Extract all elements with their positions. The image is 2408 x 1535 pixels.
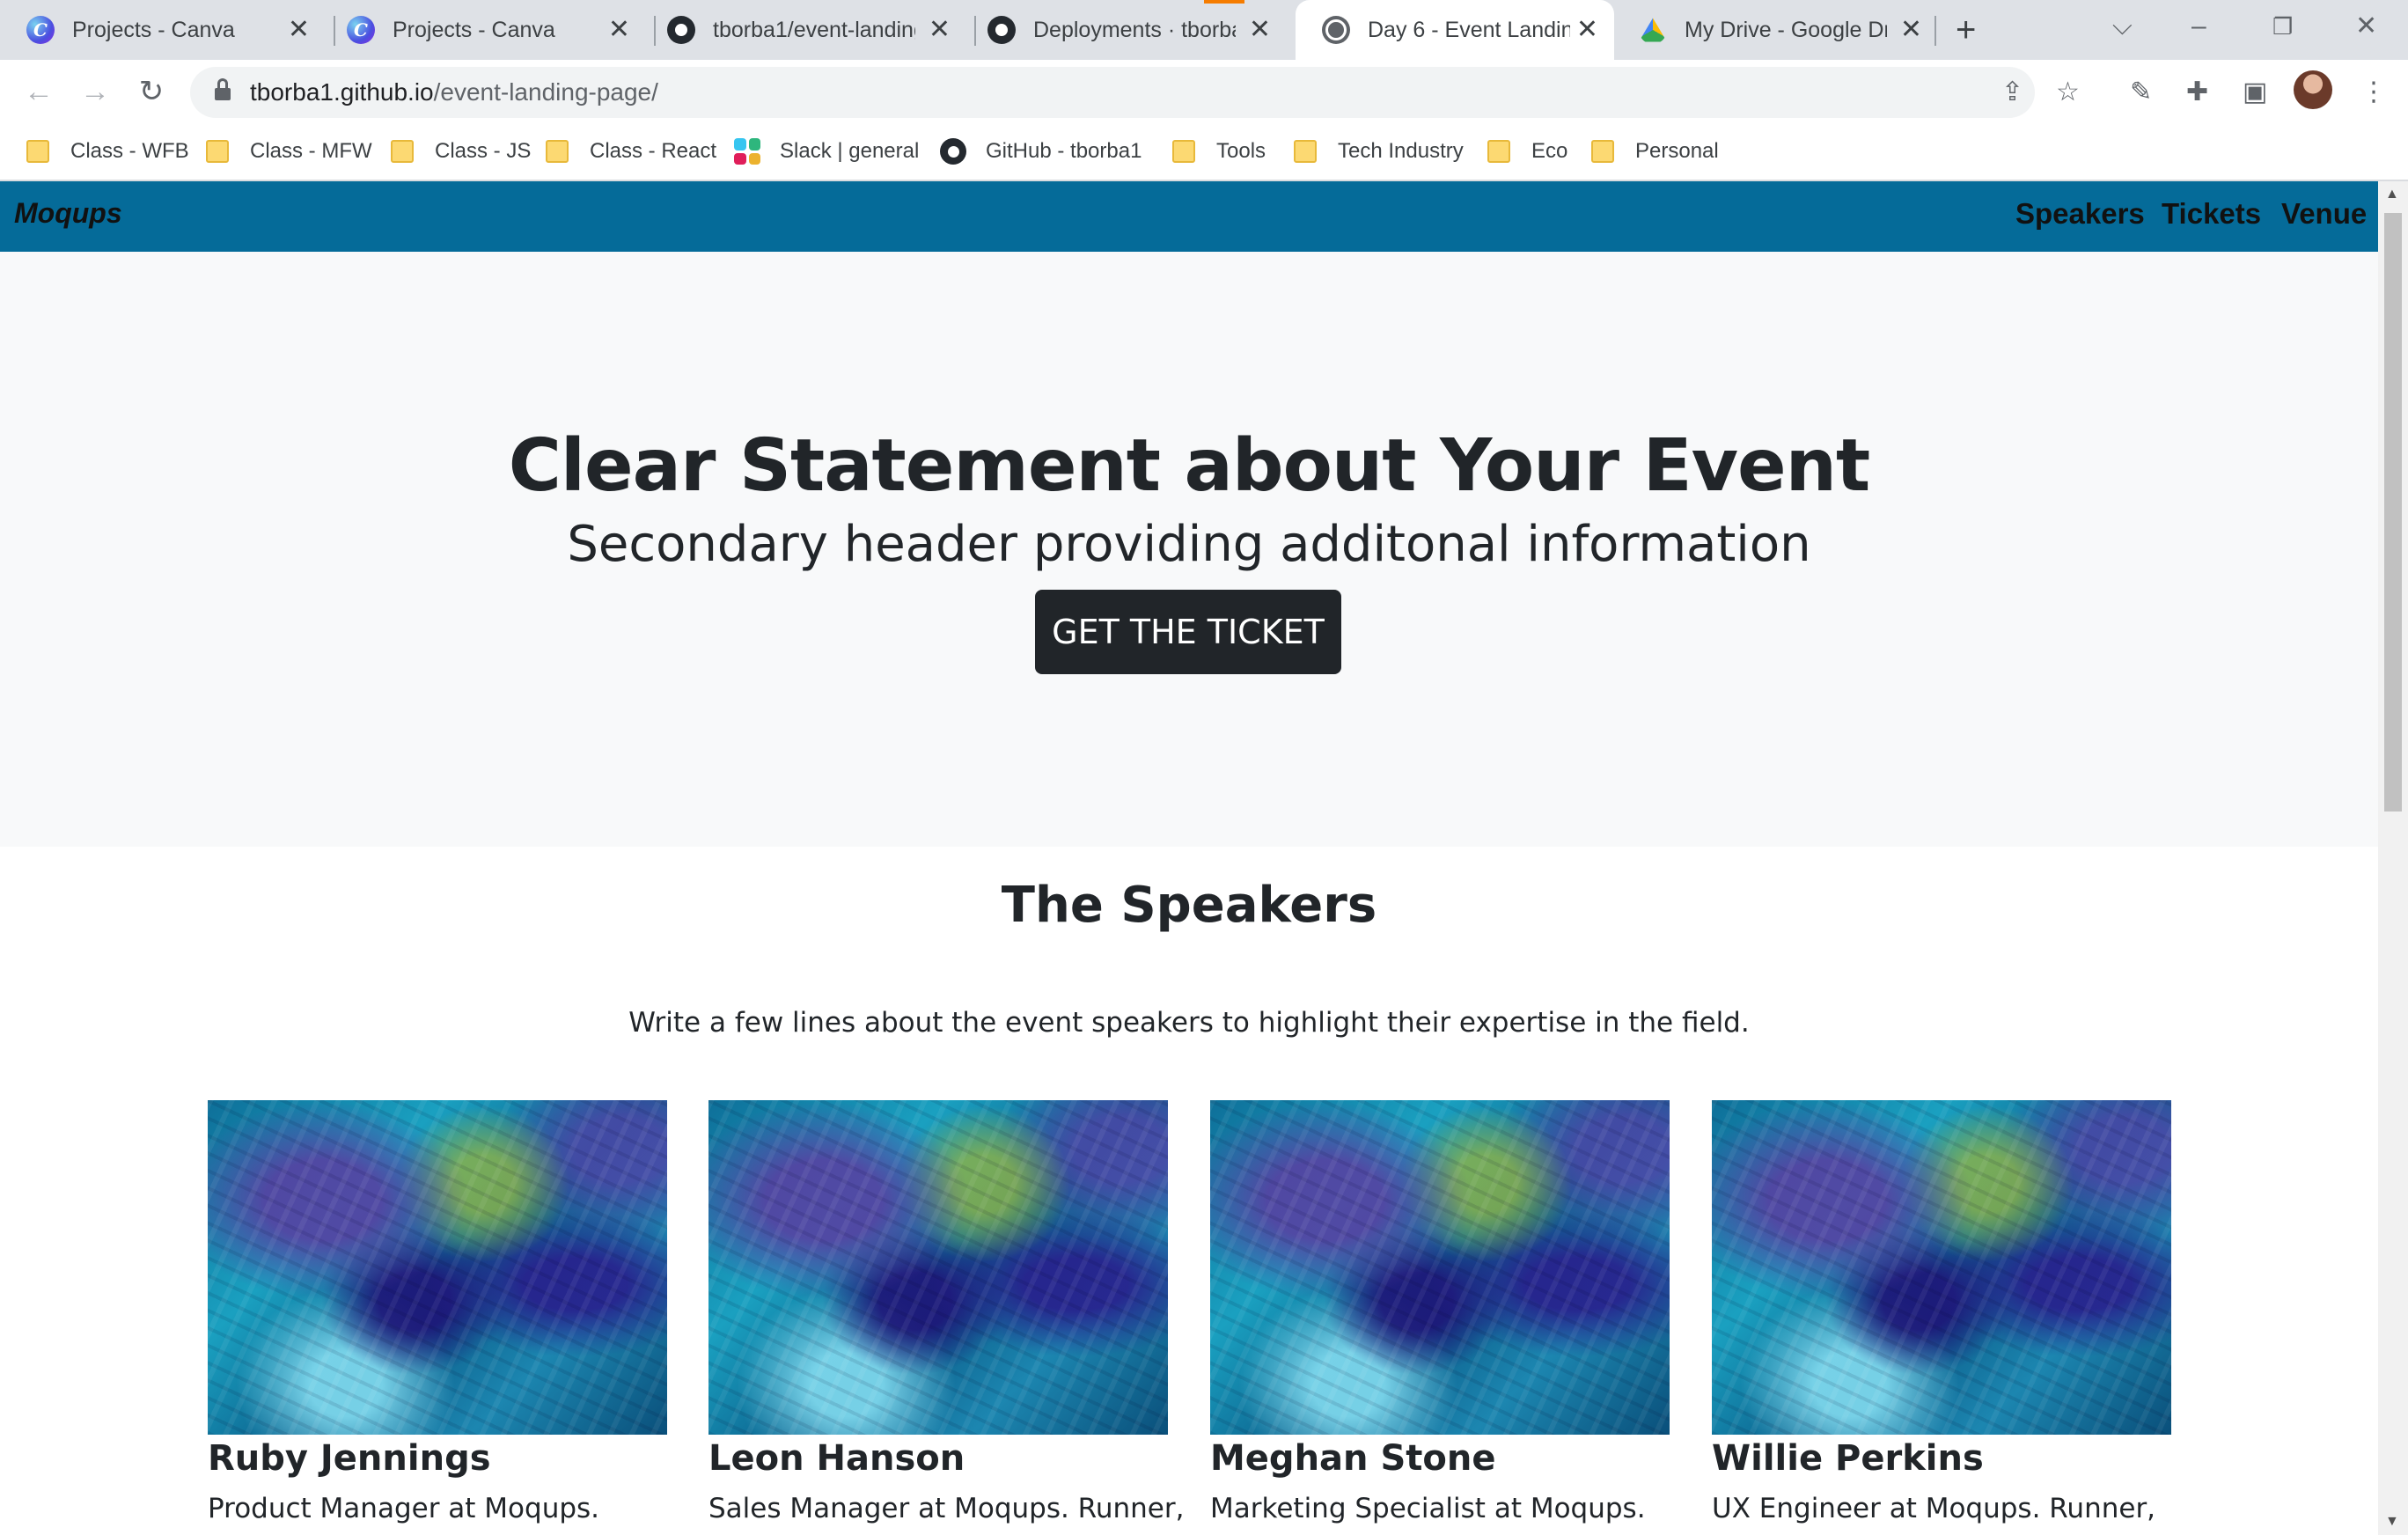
speaker-card: Willie Perkins UX Engineer at Moqups. Ru… (1712, 1100, 2171, 1524)
close-icon[interactable]: ✕ (1576, 14, 1598, 46)
minimize-icon[interactable]: – (2191, 5, 2206, 48)
tab-title: tborba1/event-landing (713, 17, 915, 42)
tab-projects-canva-2[interactable]: C Projects - Canva ✕ (320, 0, 646, 60)
google-drive-icon (1639, 18, 1667, 42)
eyedropper-icon[interactable]: ✎ (2130, 76, 2152, 109)
avatar[interactable] (2294, 70, 2332, 109)
tab-google-drive[interactable]: My Drive - Google Dri ✕ (1612, 0, 1938, 60)
more-menu-icon[interactable]: ⋮ (2360, 76, 2387, 109)
reload-icon[interactable]: ↻ (130, 70, 173, 113)
speakers-heading: The Speakers (1001, 877, 1377, 934)
tab-deployments[interactable]: Deployments · tborba ✕ (961, 0, 1287, 60)
bookmark-class-js[interactable]: Class - JS (391, 136, 531, 167)
address-bar[interactable]: tborba1.github.io/event-landing-page/ ⇪ … (190, 67, 2080, 118)
bookmarks-bar: Class - WFB Class - MFW Class - JS Class… (0, 123, 2408, 181)
bookmark-personal[interactable]: Personal (1591, 136, 1719, 167)
forward-icon[interactable]: → (74, 70, 116, 113)
folder-icon (391, 140, 414, 163)
bookmark-slack-general[interactable]: Slack | general (734, 136, 919, 167)
speaker-card: Ruby Jennings Product Manager at Moqups. (208, 1100, 667, 1524)
folder-icon (546, 140, 569, 163)
nav-link-tickets[interactable]: Tickets (2162, 197, 2261, 231)
bookmark-class-react[interactable]: Class - React (546, 136, 716, 167)
browser-toolbar: ← → ↻ tborba1.github.io/event-landing-pa… (0, 60, 2408, 123)
side-panel-icon[interactable]: ▣ (2243, 76, 2267, 109)
scrollbar-thumb[interactable] (2384, 213, 2402, 812)
hero-title: Clear Statement about Your Event (508, 424, 1871, 508)
speakers-intro: Write a few lines about the event speake… (628, 1007, 1750, 1039)
lock-icon (215, 78, 231, 101)
nav-link-venue[interactable]: Venue (2281, 197, 2367, 231)
speaker-card: Leon Hanson Sales Manager at Moqups. Run… (708, 1100, 1185, 1524)
close-icon[interactable]: ✕ (1249, 14, 1271, 46)
github-icon (987, 16, 1016, 44)
github-icon (940, 138, 966, 165)
scroll-up-icon[interactable]: ▲ (2385, 187, 2399, 202)
folder-icon (1172, 140, 1195, 163)
site-brand[interactable]: Moqups (14, 197, 122, 230)
tab-title: My Drive - Google Dri (1685, 17, 1887, 42)
bookmark-tools[interactable]: Tools (1172, 136, 1266, 167)
folder-icon (1487, 140, 1510, 163)
tab-projects-canva-1[interactable]: C Projects - Canva ✕ (0, 0, 326, 60)
bookmark-eco[interactable]: Eco (1487, 136, 1567, 167)
back-icon[interactable]: ← (18, 70, 60, 113)
github-icon (667, 16, 695, 44)
speaker-role: UX Engineer at Moqups. Runner, (1712, 1493, 2156, 1524)
speaker-photo (1712, 1100, 2171, 1435)
bookmark-class-wfb[interactable]: Class - WFB (26, 136, 189, 167)
slack-icon (734, 138, 760, 165)
tab-event-landing-active[interactable]: Day 6 - Event Landing ✕ (1296, 0, 1614, 60)
speaker-name: Ruby Jennings (208, 1438, 491, 1479)
speaker-role: Product Manager at Moqups. (208, 1493, 600, 1524)
canva-icon: C (26, 16, 55, 44)
canva-icon: C (347, 16, 375, 44)
speaker-photo (708, 1100, 1168, 1435)
bookmark-github-tborba1[interactable]: GitHub - tborba1 (940, 136, 1142, 167)
globe-icon (1322, 16, 1350, 44)
url-text: tborba1.github.io/event-landing-page/ (250, 78, 658, 106)
speaker-role: Sales Manager at Moqups. Runner, (708, 1493, 1185, 1524)
speaker-name: Leon Hanson (708, 1438, 965, 1479)
folder-icon (26, 140, 49, 163)
tab-event-landing-repo[interactable]: tborba1/event-landing ✕ (641, 0, 966, 60)
new-tab-icon[interactable]: + (1956, 9, 1976, 51)
speaker-role: Marketing Specialist at Moqups. (1210, 1493, 1646, 1524)
restore-icon[interactable]: ❐ (2272, 5, 2293, 48)
tab-strip: C Projects - Canva ✕ C Projects - Canva … (0, 0, 2408, 60)
site-navbar: Moqups Speakers Tickets Venue (0, 181, 2378, 252)
close-icon[interactable]: ✕ (608, 14, 630, 46)
close-icon[interactable]: ✕ (1900, 14, 1922, 46)
folder-icon (1294, 140, 1317, 163)
tab-title: Projects - Canva (72, 17, 235, 42)
speaker-photo (1210, 1100, 1670, 1435)
folder-icon (1591, 140, 1614, 163)
tab-separator (1934, 16, 1936, 46)
page-scrollbar[interactable]: ▲ ▼ (2378, 181, 2408, 1535)
tab-search-icon[interactable]: ⌵ (2112, 5, 2133, 48)
bookmark-class-mfw[interactable]: Class - MFW (206, 136, 372, 167)
folder-icon (206, 140, 229, 163)
hero-subtitle: Secondary header providing additonal inf… (567, 516, 1811, 573)
speaker-photo (208, 1100, 667, 1435)
bookmark-tech-industry[interactable]: Tech Industry (1294, 136, 1464, 167)
bookmark-star-icon[interactable]: ☆ (2056, 76, 2080, 109)
close-icon[interactable]: ✕ (929, 14, 951, 46)
scroll-down-icon[interactable]: ▼ (2385, 1514, 2399, 1530)
extensions-icon[interactable]: ✚ (2186, 76, 2208, 109)
nav-link-speakers[interactable]: Speakers (2015, 197, 2145, 231)
speaker-card: Meghan Stone Marketing Specialist at Moq… (1210, 1100, 1670, 1524)
tab-title: Projects - Canva (393, 17, 555, 42)
tab-title: Day 6 - Event Landing (1368, 17, 1570, 42)
speaker-name: Willie Perkins (1712, 1438, 1984, 1479)
close-window-icon[interactable]: ✕ (2355, 5, 2377, 48)
page-viewport: Moqups Speakers Tickets Venue Clear Stat… (0, 181, 2378, 1535)
share-icon[interactable]: ⇪ (2001, 76, 2023, 109)
tab-title: Deployments · tborba (1033, 17, 1236, 42)
close-icon[interactable]: ✕ (288, 14, 310, 46)
speaker-name: Meghan Stone (1210, 1438, 1496, 1479)
get-ticket-button[interactable]: GET THE TICKET (1035, 590, 1341, 674)
hero-section: Clear Statement about Your Event Seconda… (0, 252, 2378, 847)
